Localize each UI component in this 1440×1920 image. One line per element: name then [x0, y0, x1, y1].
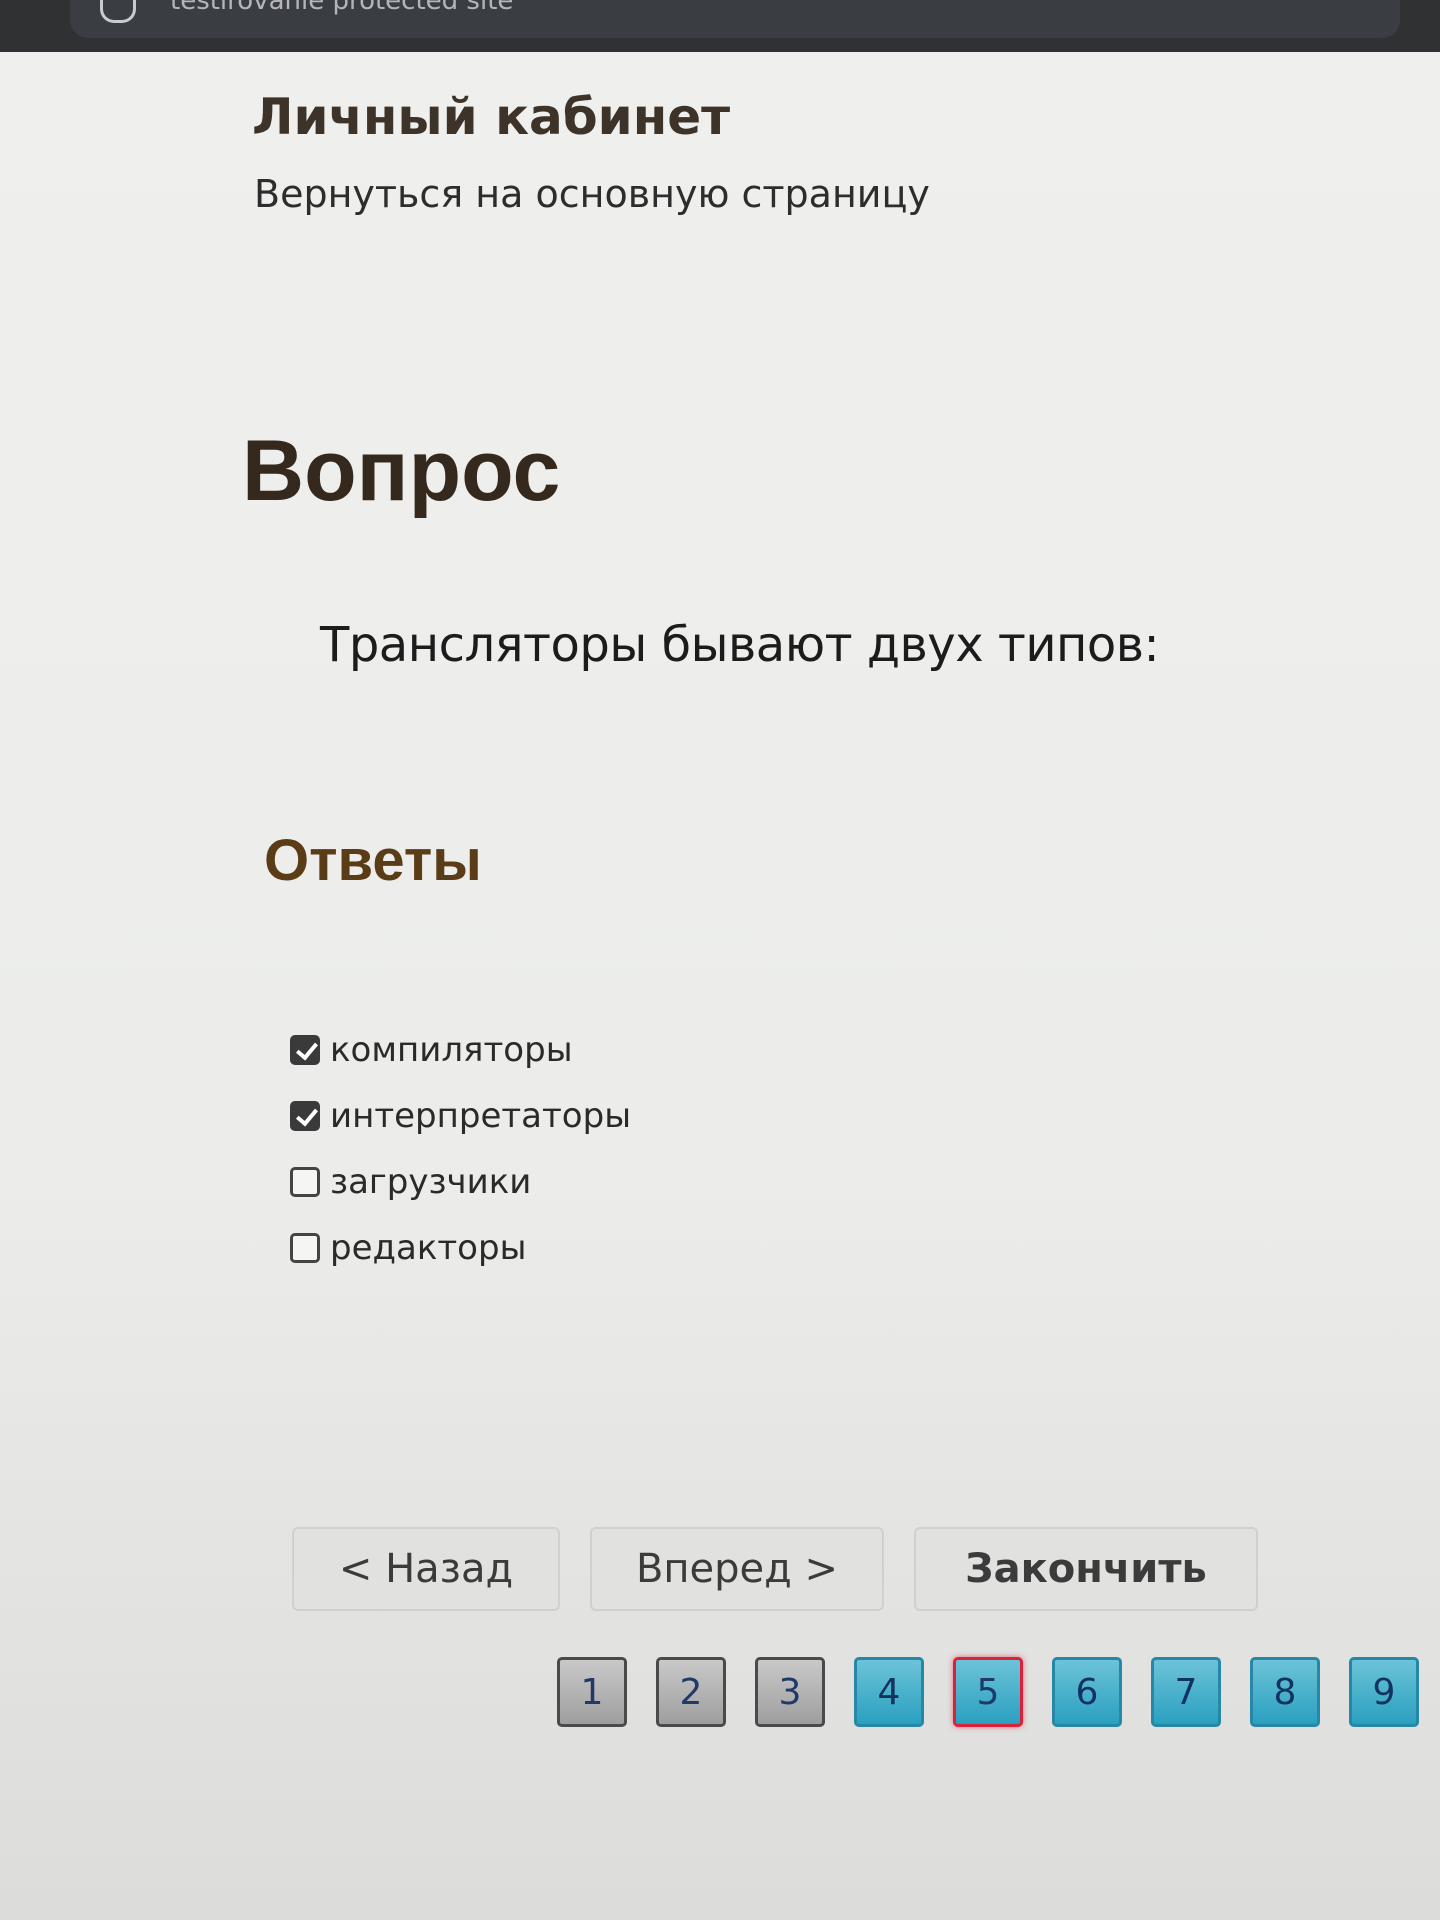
page-button[interactable]: 7 — [1151, 1657, 1221, 1727]
page-button[interactable]: 1 — [557, 1657, 627, 1727]
answer-option[interactable]: редакторы — [290, 1215, 631, 1281]
answer-label: интерпретаторы — [330, 1096, 632, 1136]
page-button-current[interactable]: 5 — [953, 1657, 1023, 1727]
answer-list: компиляторы интерпретаторы загрузчики ре… — [290, 1017, 631, 1281]
page-content: Личный кабинет Вернуться на основную стр… — [0, 52, 1440, 1920]
next-button[interactable]: Вперед > — [590, 1527, 884, 1611]
page-button[interactable]: 8 — [1250, 1657, 1320, 1727]
question-pagination: 1 2 3 4 5 6 7 8 9 — [557, 1657, 1440, 1727]
answer-label: загрузчики — [330, 1162, 532, 1202]
address-bar[interactable]: testirovanie protected site — [70, 0, 1400, 38]
shield-icon — [100, 0, 136, 23]
page-button[interactable]: 6 — [1052, 1657, 1122, 1727]
cabinet-title: Личный кабинет — [252, 88, 731, 146]
answer-checkbox[interactable] — [290, 1035, 320, 1065]
answer-label: компиляторы — [330, 1030, 573, 1070]
page-button[interactable]: 9 — [1349, 1657, 1419, 1727]
finish-button[interactable]: Закончить — [914, 1527, 1258, 1611]
browser-toolbar: testirovanie protected site — [0, 0, 1440, 52]
question-heading: Вопрос — [242, 423, 561, 519]
page-button[interactable]: 2 — [656, 1657, 726, 1727]
answers-heading: Ответы — [264, 828, 482, 893]
back-to-main-link[interactable]: Вернуться на основную страницу — [254, 172, 930, 216]
answer-checkbox[interactable] — [290, 1233, 320, 1263]
back-button[interactable]: < Назад — [292, 1527, 560, 1611]
answer-checkbox[interactable] — [290, 1101, 320, 1131]
page-button[interactable]: 3 — [755, 1657, 825, 1727]
answer-option[interactable]: компиляторы — [290, 1017, 631, 1083]
address-text: testirovanie protected site — [170, 0, 514, 16]
question-text: Трансляторы бывают двух типов: — [320, 617, 1160, 673]
answer-label: редакторы — [330, 1228, 527, 1268]
answer-option[interactable]: загрузчики — [290, 1149, 631, 1215]
page-button[interactable]: 4 — [854, 1657, 924, 1727]
answer-checkbox[interactable] — [290, 1167, 320, 1197]
answer-option[interactable]: интерпретаторы — [290, 1083, 631, 1149]
